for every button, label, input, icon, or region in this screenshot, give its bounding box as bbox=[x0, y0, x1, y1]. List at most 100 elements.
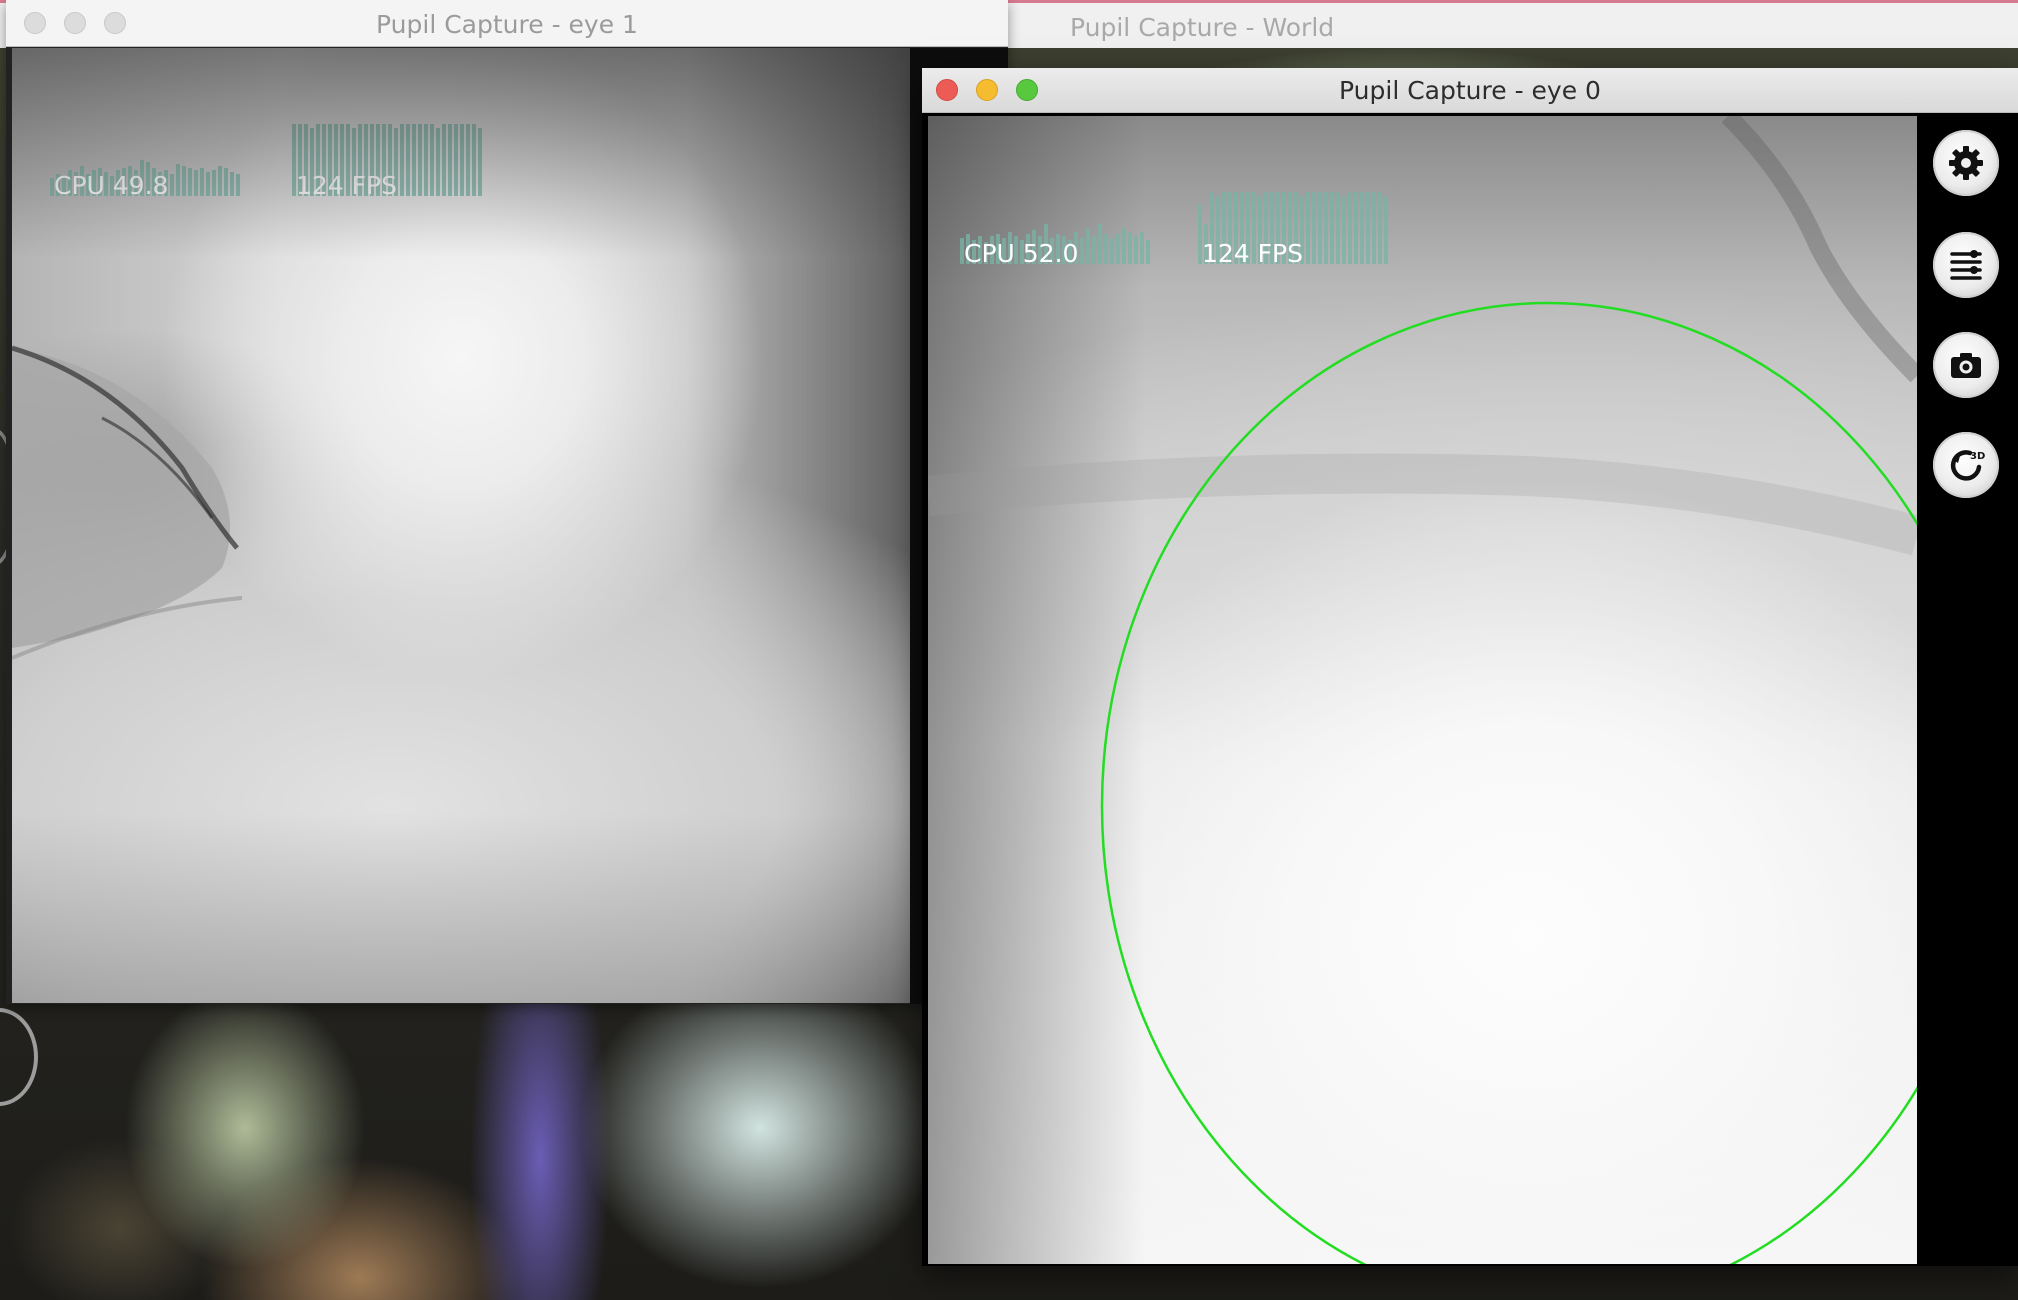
eye0-fps-label: 124 FPS bbox=[1202, 239, 1303, 268]
graph-bar bbox=[1122, 228, 1126, 264]
graph-bar bbox=[1372, 192, 1376, 264]
graph-bar bbox=[382, 124, 386, 196]
graph-bar bbox=[146, 162, 150, 196]
graph-bar bbox=[56, 174, 60, 196]
eye-model-button[interactable]: 3D bbox=[1933, 432, 1999, 498]
graph-bar bbox=[322, 124, 326, 196]
graph-bar bbox=[140, 160, 144, 196]
graph-bar bbox=[400, 124, 404, 196]
graph-bar bbox=[466, 124, 470, 196]
eye0-titlebar[interactable]: Pupil Capture - eye 0 bbox=[922, 68, 2018, 113]
graph-bar bbox=[472, 124, 476, 196]
camera-icon bbox=[1951, 353, 1981, 378]
eye1-window: Pupil Capture - eye 1 CPU 49.8 124 FPS bbox=[6, 0, 1008, 1004]
graph-bar bbox=[340, 124, 344, 196]
graph-bar bbox=[104, 172, 108, 196]
graph-bar bbox=[1336, 192, 1340, 264]
graph-bar bbox=[218, 166, 222, 196]
eye1-cpu-label: CPU 49.8 bbox=[54, 171, 169, 200]
eye1-fps-label: 124 FPS bbox=[296, 171, 397, 200]
graph-bar bbox=[1348, 192, 1352, 264]
eye0-fps-graph: 124 FPS bbox=[1198, 140, 1403, 268]
graph-bar bbox=[1104, 234, 1108, 264]
eye0-window: Pupil Capture - eye 0 CPU 52.0 124 FPS 3… bbox=[922, 68, 2018, 1266]
graph-bar bbox=[170, 174, 174, 196]
graph-bar bbox=[328, 124, 332, 196]
graph-bar bbox=[1146, 240, 1150, 264]
graph-bar bbox=[230, 172, 234, 196]
graph-bar bbox=[376, 124, 380, 196]
eye1-camera-view[interactable]: CPU 49.8 124 FPS bbox=[12, 48, 910, 1003]
graph-bar bbox=[1360, 192, 1364, 264]
graph-bar bbox=[1116, 234, 1120, 264]
graph-bar bbox=[206, 172, 210, 196]
eye1-eyelid-shape bbox=[12, 345, 243, 660]
eye1-fps-bars bbox=[292, 124, 482, 196]
graph-bar bbox=[224, 168, 228, 196]
snapshot-button[interactable] bbox=[1933, 332, 1999, 398]
graph-bar bbox=[394, 128, 398, 196]
eye0-window-title: Pupil Capture - eye 0 bbox=[1339, 76, 1601, 105]
graph-bar bbox=[212, 170, 216, 196]
graph-bar bbox=[1110, 238, 1114, 264]
graph-bar bbox=[50, 178, 54, 196]
graph-bar bbox=[92, 170, 96, 196]
sliders-icon bbox=[1950, 250, 1982, 280]
3d-refresh-icon: 3D bbox=[1950, 450, 1985, 481]
graph-bar bbox=[1330, 192, 1334, 264]
graph-bar bbox=[176, 164, 180, 196]
graph-bar bbox=[1092, 236, 1096, 264]
eye1-fps-graph: 124 FPS bbox=[292, 72, 497, 200]
graph-bar bbox=[182, 166, 186, 196]
eye0-camera-view[interactable]: CPU 52.0 124 FPS bbox=[928, 116, 1917, 1264]
graph-bar bbox=[122, 168, 126, 196]
pupil-ellipse bbox=[1100, 301, 1917, 1264]
graph-bar bbox=[62, 176, 66, 196]
graph-bar bbox=[1128, 232, 1132, 264]
graph-bar bbox=[370, 124, 374, 196]
graph-bar bbox=[1098, 224, 1102, 264]
gear-icon bbox=[1949, 146, 1983, 180]
graph-bar bbox=[310, 128, 314, 196]
graph-bar bbox=[1086, 228, 1090, 264]
graph-bar bbox=[1354, 192, 1358, 264]
eye0-sidebar: 3D bbox=[1921, 116, 2018, 1266]
graph-bar bbox=[194, 170, 198, 196]
graph-bar bbox=[1140, 232, 1144, 264]
graph-bar bbox=[298, 124, 302, 196]
graph-bar bbox=[164, 170, 168, 196]
graph-bar bbox=[158, 172, 162, 196]
graph-bar bbox=[134, 170, 138, 196]
graph-bar bbox=[1384, 196, 1388, 264]
graph-bar bbox=[352, 128, 356, 196]
eye1-cpu-graph: CPU 49.8 bbox=[50, 106, 255, 200]
graph-bar bbox=[200, 168, 204, 196]
graph-bar bbox=[364, 124, 368, 196]
eye1-cpu-bars bbox=[50, 160, 240, 196]
graph-bar bbox=[80, 166, 84, 196]
graph-bar bbox=[98, 168, 102, 196]
graph-bar bbox=[116, 170, 120, 196]
graph-bar bbox=[1312, 192, 1316, 264]
settings-button[interactable] bbox=[1933, 130, 1999, 196]
graph-bar bbox=[454, 124, 458, 196]
graph-bar bbox=[1378, 192, 1382, 264]
graph-bar bbox=[1318, 192, 1322, 264]
eye1-titlebar[interactable]: Pupil Capture - eye 1 bbox=[6, 0, 1008, 47]
graph-bar bbox=[412, 124, 416, 196]
graph-bar bbox=[188, 168, 192, 196]
plugins-button[interactable] bbox=[1933, 232, 1999, 298]
graph-bar bbox=[448, 124, 452, 196]
graph-bar bbox=[236, 174, 240, 196]
graph-bar bbox=[478, 128, 482, 196]
graph-bar bbox=[1080, 238, 1084, 264]
graph-bar bbox=[418, 124, 422, 196]
world-window-title: Pupil Capture - World bbox=[1070, 13, 1335, 42]
graph-bar bbox=[460, 124, 464, 196]
graph-bar bbox=[442, 124, 446, 196]
graph-bar bbox=[436, 128, 440, 196]
graph-bar bbox=[1324, 192, 1328, 264]
eye0-cpu-label: CPU 52.0 bbox=[964, 239, 1079, 268]
graph-bar bbox=[388, 124, 392, 196]
graph-bar bbox=[68, 170, 72, 196]
